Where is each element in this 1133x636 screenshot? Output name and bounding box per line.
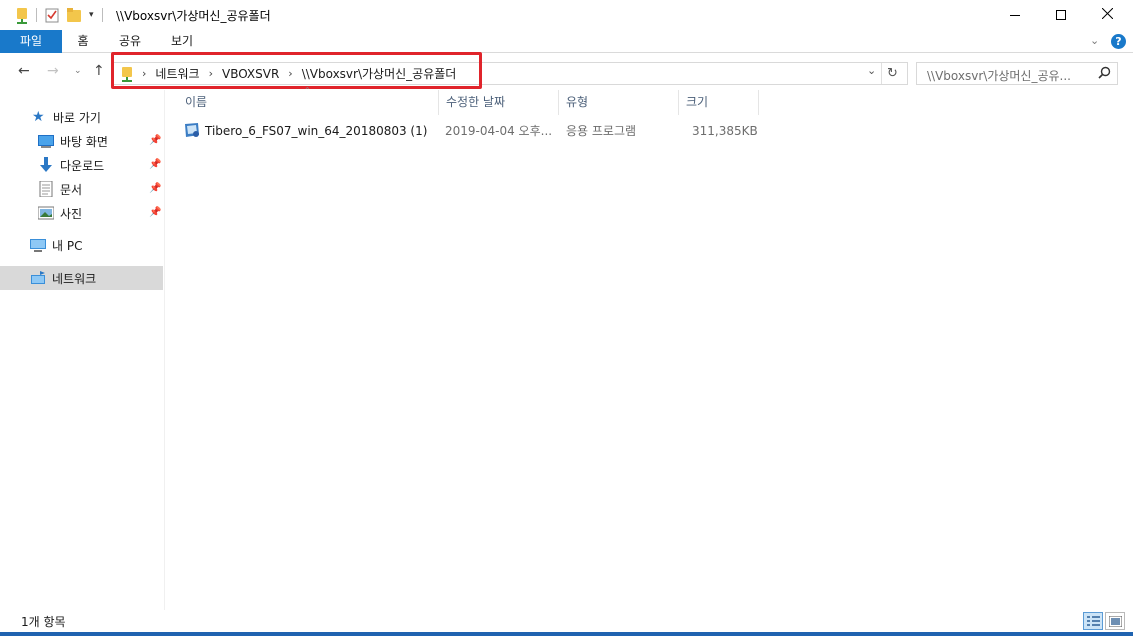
nav-quick-access[interactable]: ★ 바로 가기 <box>0 105 163 129</box>
network-icon <box>30 270 46 286</box>
help-icon[interactable]: ? <box>1111 34 1126 49</box>
navigation-pane: ★ 바로 가기 바탕 화면 📌 다운로드 📌 문서 📌 사진 📌 내 PC 네트… <box>0 90 165 610</box>
close-button[interactable] <box>1084 0 1130 30</box>
nav-quick-access-label: 바로 가기 <box>53 110 101 125</box>
column-size-label: 크기 <box>686 95 709 109</box>
details-view-icon <box>1087 616 1100 630</box>
nav-pictures-label: 사진 <box>60 206 83 221</box>
tab-file[interactable]: 파일 <box>0 30 62 53</box>
new-folder-icon[interactable] <box>67 7 81 23</box>
nav-documents-label: 문서 <box>60 182 83 197</box>
breadcrumb-vboxsvr[interactable]: VBOXSVR <box>222 67 279 81</box>
title-bar: ▾ \\Vboxsvr\가상머신_공유폴더 <box>0 0 1133 30</box>
navigation-bar: ← → ⌄ ↑ › 네트워크 › VBOXSVR › \\Vboxsvr\가상머… <box>0 54 1133 90</box>
maximize-button[interactable] <box>1038 0 1084 30</box>
tab-share[interactable]: 공유 <box>112 30 148 53</box>
ribbon-expand-icon[interactable]: ⌄ <box>1090 34 1099 47</box>
close-icon <box>1101 7 1113 23</box>
column-date[interactable]: 수정한 날짜 <box>439 90 559 115</box>
file-date: 2019-04-04 오후... <box>445 124 553 138</box>
nav-pictures[interactable]: 사진 📌 <box>0 201 163 225</box>
nav-network-label: 네트워크 <box>52 271 97 286</box>
item-count: 1개 항목 <box>21 615 66 629</box>
pictures-icon <box>37 205 55 221</box>
file-size: 311,385KB <box>692 124 758 138</box>
window-border <box>0 632 1133 636</box>
status-bar: 1개 항목 <box>0 610 1133 632</box>
refresh-icon: ↻ <box>887 66 898 81</box>
search-icon[interactable] <box>1098 66 1111 82</box>
file-name[interactable]: Tibero_6_FS07_win_64_20180803 (1) <box>205 120 427 142</box>
star-icon: ★ <box>32 109 45 125</box>
pin-icon[interactable]: 📌 <box>149 183 161 194</box>
breadcrumb-network[interactable]: 네트워크 <box>155 65 199 82</box>
address-dropdown-button[interactable]: ⌄ <box>867 64 876 77</box>
forward-button[interactable]: → <box>47 63 59 79</box>
nav-downloads[interactable]: 다운로드 📌 <box>0 153 163 177</box>
network-folder-icon <box>121 66 133 82</box>
nav-this-pc[interactable]: 내 PC <box>0 233 163 257</box>
address-bar[interactable]: › 네트워크 › VBOXSVR › \\Vboxsvr\가상머신_공유폴더 ⌄… <box>112 62 908 85</box>
chevron-down-icon: ⌄ <box>867 64 877 77</box>
refresh-button[interactable]: ↻ <box>887 66 898 81</box>
maximize-icon <box>1056 10 1066 20</box>
nav-desktop-label: 바탕 화면 <box>60 134 108 149</box>
column-type[interactable]: 유형 <box>559 90 679 115</box>
column-type-label: 유형 <box>566 95 589 109</box>
search-box[interactable]: \\Vboxsvr\가상머신_공유... <box>916 62 1118 85</box>
minimize-icon <box>1010 14 1020 16</box>
tab-view[interactable]: 보기 <box>164 30 200 53</box>
properties-icon[interactable] <box>45 8 59 23</box>
chevron-right-icon[interactable]: › <box>288 67 292 80</box>
ribbon: 파일 홈 공유 보기 ⌄ ? <box>0 30 1133 53</box>
sort-up-icon: ⌃ <box>304 86 311 95</box>
application-icon <box>184 122 200 138</box>
desktop-icon <box>38 133 54 149</box>
nav-this-pc-label: 내 PC <box>52 238 83 253</box>
computer-icon <box>30 237 46 253</box>
forward-arrow-icon: → <box>47 63 59 79</box>
back-arrow-icon: ← <box>18 63 30 79</box>
up-arrow-icon: ↑ <box>93 63 105 79</box>
nav-desktop[interactable]: 바탕 화면 📌 <box>0 129 163 153</box>
details-view-button[interactable] <box>1083 612 1103 630</box>
large-icons-view-button[interactable] <box>1105 612 1125 630</box>
large-icons-view-icon <box>1108 615 1123 630</box>
chevron-right-icon[interactable]: › <box>209 67 213 80</box>
minimize-button[interactable] <box>992 0 1038 30</box>
nav-network[interactable]: 네트워크 <box>0 266 163 290</box>
chevron-down-icon: ⌄ <box>74 66 82 76</box>
recent-locations-button[interactable]: ⌄ <box>74 66 82 76</box>
window-title: \\Vboxsvr\가상머신_공유폴더 <box>116 9 271 23</box>
column-date-label: 수정한 날짜 <box>446 95 506 109</box>
chevron-right-icon[interactable]: › <box>142 67 146 80</box>
help-label: ? <box>1115 35 1122 48</box>
pin-icon[interactable]: 📌 <box>149 159 161 170</box>
breadcrumb: › 네트워크 › VBOXSVR › \\Vboxsvr\가상머신_공유폴더 <box>121 63 456 84</box>
file-type: 응용 프로그램 <box>566 124 637 138</box>
tab-home[interactable]: 홈 <box>68 30 98 53</box>
column-name-label: 이름 <box>185 95 208 109</box>
document-icon <box>38 180 54 198</box>
customize-toolbar-icon[interactable]: ▾ <box>89 10 94 20</box>
download-arrow-icon <box>38 157 54 173</box>
up-button[interactable]: ↑ <box>93 63 105 79</box>
nav-documents[interactable]: 문서 📌 <box>0 177 163 201</box>
breadcrumb-shared-folder[interactable]: \\Vboxsvr\가상머신_공유폴더 <box>302 65 457 82</box>
quick-access-toolbar: ▾ <box>16 6 103 24</box>
pin-icon[interactable]: 📌 <box>149 207 161 218</box>
pin-icon[interactable]: 📌 <box>149 135 161 146</box>
back-button[interactable]: ← <box>18 63 30 79</box>
nav-downloads-label: 다운로드 <box>60 158 105 173</box>
column-size[interactable]: 크기 <box>679 90 759 115</box>
search-placeholder: \\Vboxsvr\가상머신_공유... <box>927 69 1072 83</box>
network-folder-icon <box>16 7 28 24</box>
